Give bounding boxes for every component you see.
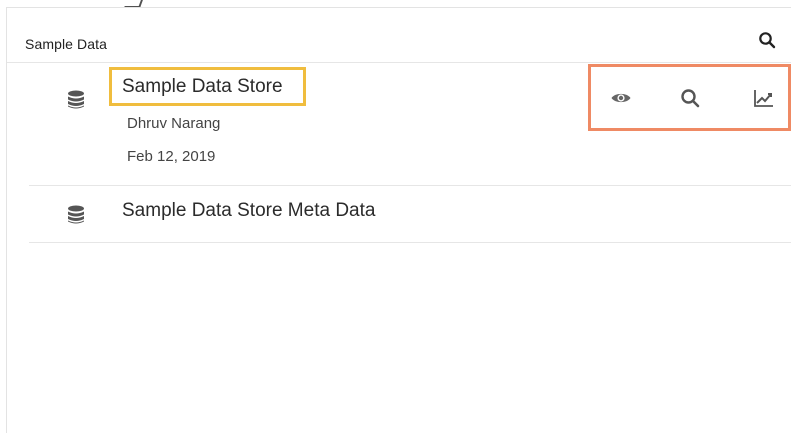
row-date: Feb 12, 2019 xyxy=(127,148,216,165)
data-panel: Sample Data Sample Data Store Dhruv Nara… xyxy=(6,7,791,433)
explore-search-icon[interactable] xyxy=(679,87,701,109)
list-item-sample-data-store-meta-data[interactable]: Sample Data Store Meta Data xyxy=(29,185,791,243)
row-owner: Dhruv Narang xyxy=(127,115,221,132)
row-name[interactable]: Sample Data Store xyxy=(122,76,283,98)
row-name[interactable]: Sample Data Store Meta Data xyxy=(122,200,375,222)
panel-header: Sample Data xyxy=(7,8,791,63)
database-icon xyxy=(67,90,85,110)
panel-title: Sample Data xyxy=(25,36,108,52)
trend-chart-icon[interactable] xyxy=(753,87,775,109)
database-icon xyxy=(67,205,85,225)
header-search-icon[interactable] xyxy=(757,30,777,50)
list-item-sample-data-store[interactable]: Sample Data Store Dhruv Narang Feb 12, 2… xyxy=(29,64,791,186)
view-eye-icon[interactable] xyxy=(610,87,632,109)
